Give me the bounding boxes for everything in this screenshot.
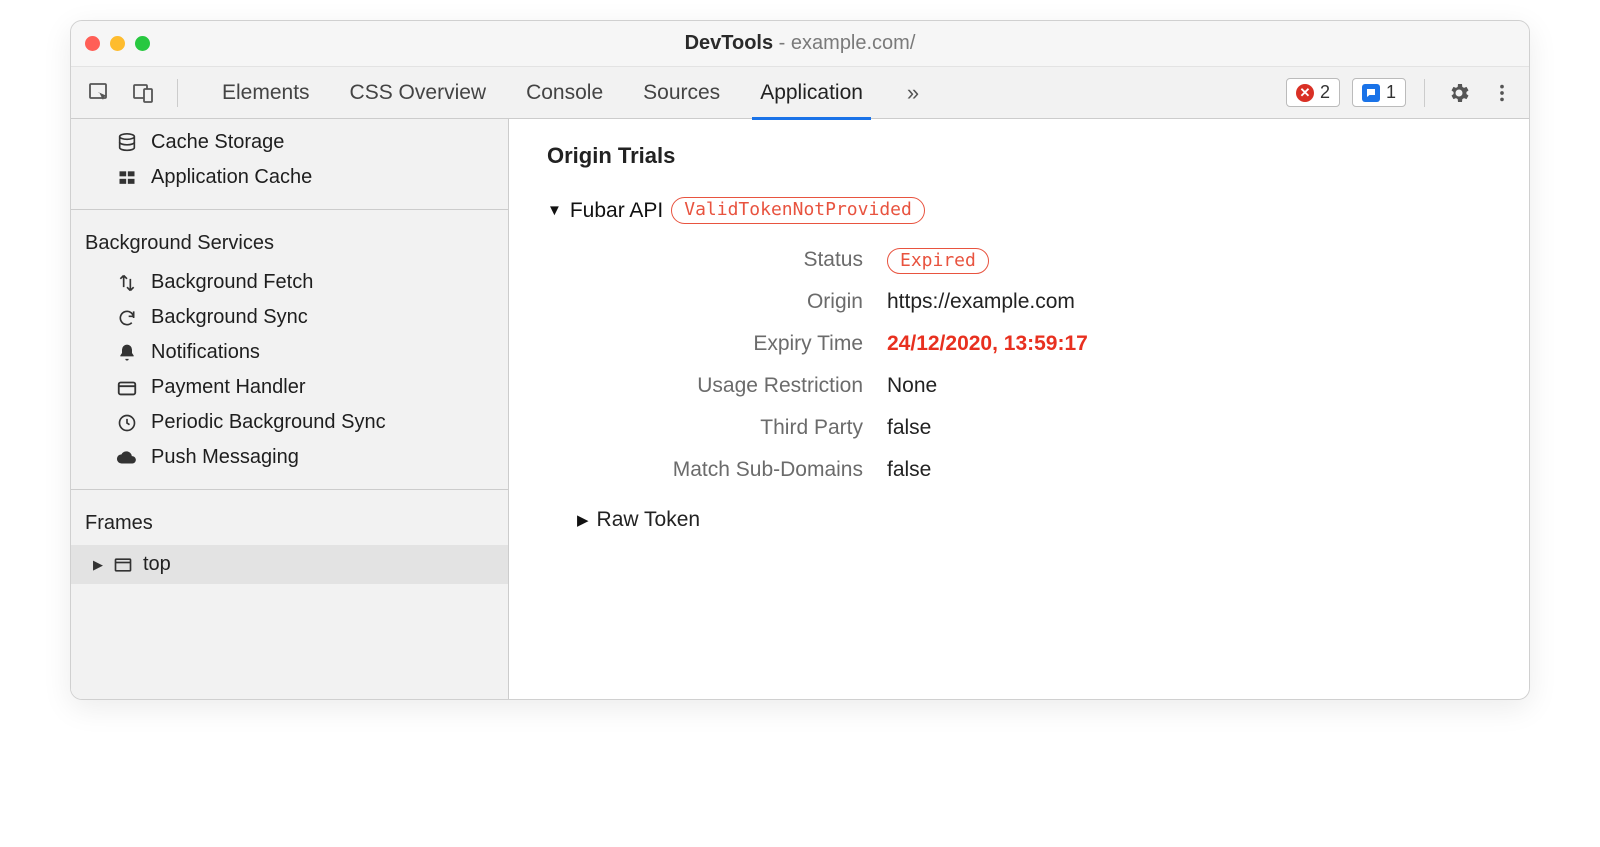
main-toolbar: Elements CSS Overview Console Sources Ap… — [71, 67, 1529, 119]
tab-application[interactable]: Application — [760, 67, 863, 119]
value-thirdparty: false — [887, 416, 1491, 440]
expand-arrow-icon: ▶ — [577, 511, 589, 529]
sidebar-item-frame-top[interactable]: ▶ top — [71, 545, 508, 584]
sidebar-group-cache: Cache Storage Application Cache — [71, 119, 508, 210]
settings-icon[interactable] — [1443, 77, 1475, 109]
sidebar-group-background: Background Services Background Fetch Bac… — [71, 210, 508, 490]
transfer-icon — [115, 273, 139, 293]
message-count: 1 — [1386, 82, 1396, 103]
label-origin: Origin — [587, 290, 887, 314]
trial-name: Fubar API — [570, 199, 663, 223]
sidebar-group-frames: Frames ▶ top — [71, 490, 508, 584]
sidebar-item-application-cache[interactable]: Application Cache — [71, 160, 508, 195]
message-count-chip[interactable]: 1 — [1352, 78, 1406, 107]
sidebar-item-label: Cache Storage — [151, 131, 284, 154]
frame-label: top — [143, 553, 171, 576]
cloud-icon — [115, 447, 139, 469]
raw-token-label: Raw Token — [597, 508, 701, 532]
sidebar-header-frames: Frames — [71, 498, 508, 545]
sidebar-item-label: Payment Handler — [151, 376, 306, 399]
value-status: Expired — [887, 248, 1491, 272]
sidebar-item-label: Notifications — [151, 341, 260, 364]
minimize-window-button[interactable] — [110, 36, 125, 51]
frame-icon — [113, 555, 133, 575]
value-origin: https://example.com — [887, 290, 1491, 314]
origin-trials-pane: Origin Trials ▼ Fubar API ValidTokenNotP… — [509, 119, 1529, 699]
value-expiry: 24/12/2020, 13:59:17 — [887, 332, 1491, 356]
sidebar-item-label: Periodic Background Sync — [151, 411, 386, 434]
sidebar-item-label: Application Cache — [151, 166, 312, 189]
title-loc: example.com/ — [791, 32, 916, 54]
application-sidebar: Cache Storage Application Cache Backgrou… — [71, 119, 509, 699]
toolbar-left — [83, 77, 184, 109]
tab-css-overview[interactable]: CSS Overview — [350, 67, 487, 119]
window-title: DevTools - example.com/ — [71, 32, 1529, 55]
window-controls — [85, 36, 150, 51]
sidebar-item-label: Background Fetch — [151, 271, 313, 294]
value-subdomains: false — [887, 458, 1491, 482]
sidebar-item-cache-storage[interactable]: Cache Storage — [71, 125, 508, 160]
toolbar-right: ✕ 2 1 — [1286, 77, 1517, 109]
tab-console[interactable]: Console — [526, 67, 603, 119]
label-usage: Usage Restriction — [587, 374, 887, 398]
raw-token-toggle[interactable]: ▶ Raw Token — [577, 508, 1491, 532]
titlebar: DevTools - example.com/ — [71, 21, 1529, 67]
more-tabs-icon[interactable]: » — [903, 76, 923, 110]
label-subdomains: Match Sub-Domains — [587, 458, 887, 482]
inspect-element-icon[interactable] — [83, 77, 115, 109]
sidebar-header-background: Background Services — [71, 218, 508, 265]
collapse-arrow-icon: ▼ — [547, 202, 562, 219]
grid-icon — [115, 168, 139, 188]
sidebar-item-label: Push Messaging — [151, 446, 299, 469]
trial-details: Status Expired Origin https://example.co… — [587, 248, 1491, 482]
error-count-chip[interactable]: ✕ 2 — [1286, 78, 1340, 107]
label-status: Status — [587, 248, 887, 272]
clock-icon — [115, 413, 139, 433]
sidebar-item-push-messaging[interactable]: Push Messaging — [71, 440, 508, 475]
error-icon: ✕ — [1296, 84, 1314, 102]
toolbar-divider — [177, 79, 178, 107]
toolbar-divider — [1424, 79, 1425, 107]
sidebar-item-background-sync[interactable]: Background Sync — [71, 300, 508, 335]
title-sep: - — [773, 32, 791, 54]
trial-header[interactable]: ▼ Fubar API ValidTokenNotProvided — [547, 197, 1491, 224]
zoom-window-button[interactable] — [135, 36, 150, 51]
pane-heading: Origin Trials — [547, 143, 1491, 169]
sync-icon — [115, 308, 139, 328]
error-count: 2 — [1320, 82, 1330, 103]
sidebar-item-notifications[interactable]: Notifications — [71, 335, 508, 370]
expand-arrow-icon: ▶ — [93, 557, 103, 573]
panel-tabs: Elements CSS Overview Console Sources Ap… — [202, 67, 1268, 119]
sidebar-item-label: Background Sync — [151, 306, 308, 329]
sidebar-item-background-fetch[interactable]: Background Fetch — [71, 265, 508, 300]
sidebar-item-periodic-sync[interactable]: Periodic Background Sync — [71, 405, 508, 440]
device-toolbar-icon[interactable] — [127, 77, 159, 109]
panel-body: Cache Storage Application Cache Backgrou… — [71, 119, 1529, 699]
devtools-window: DevTools - example.com/ Elements CSS Ove… — [70, 20, 1530, 700]
trial-status-badge: ValidTokenNotProvided — [671, 197, 925, 224]
bell-icon — [115, 343, 139, 363]
tab-sources[interactable]: Sources — [643, 67, 720, 119]
label-expiry: Expiry Time — [587, 332, 887, 356]
label-thirdparty: Third Party — [587, 416, 887, 440]
database-icon — [115, 132, 139, 154]
close-window-button[interactable] — [85, 36, 100, 51]
tab-elements[interactable]: Elements — [222, 67, 310, 119]
credit-card-icon — [115, 377, 139, 399]
kebab-menu-icon[interactable] — [1487, 78, 1517, 108]
message-icon — [1362, 84, 1380, 102]
status-pill: Expired — [887, 248, 989, 274]
sidebar-item-payment-handler[interactable]: Payment Handler — [71, 370, 508, 405]
title-app: DevTools — [685, 32, 774, 54]
value-usage: None — [887, 374, 1491, 398]
